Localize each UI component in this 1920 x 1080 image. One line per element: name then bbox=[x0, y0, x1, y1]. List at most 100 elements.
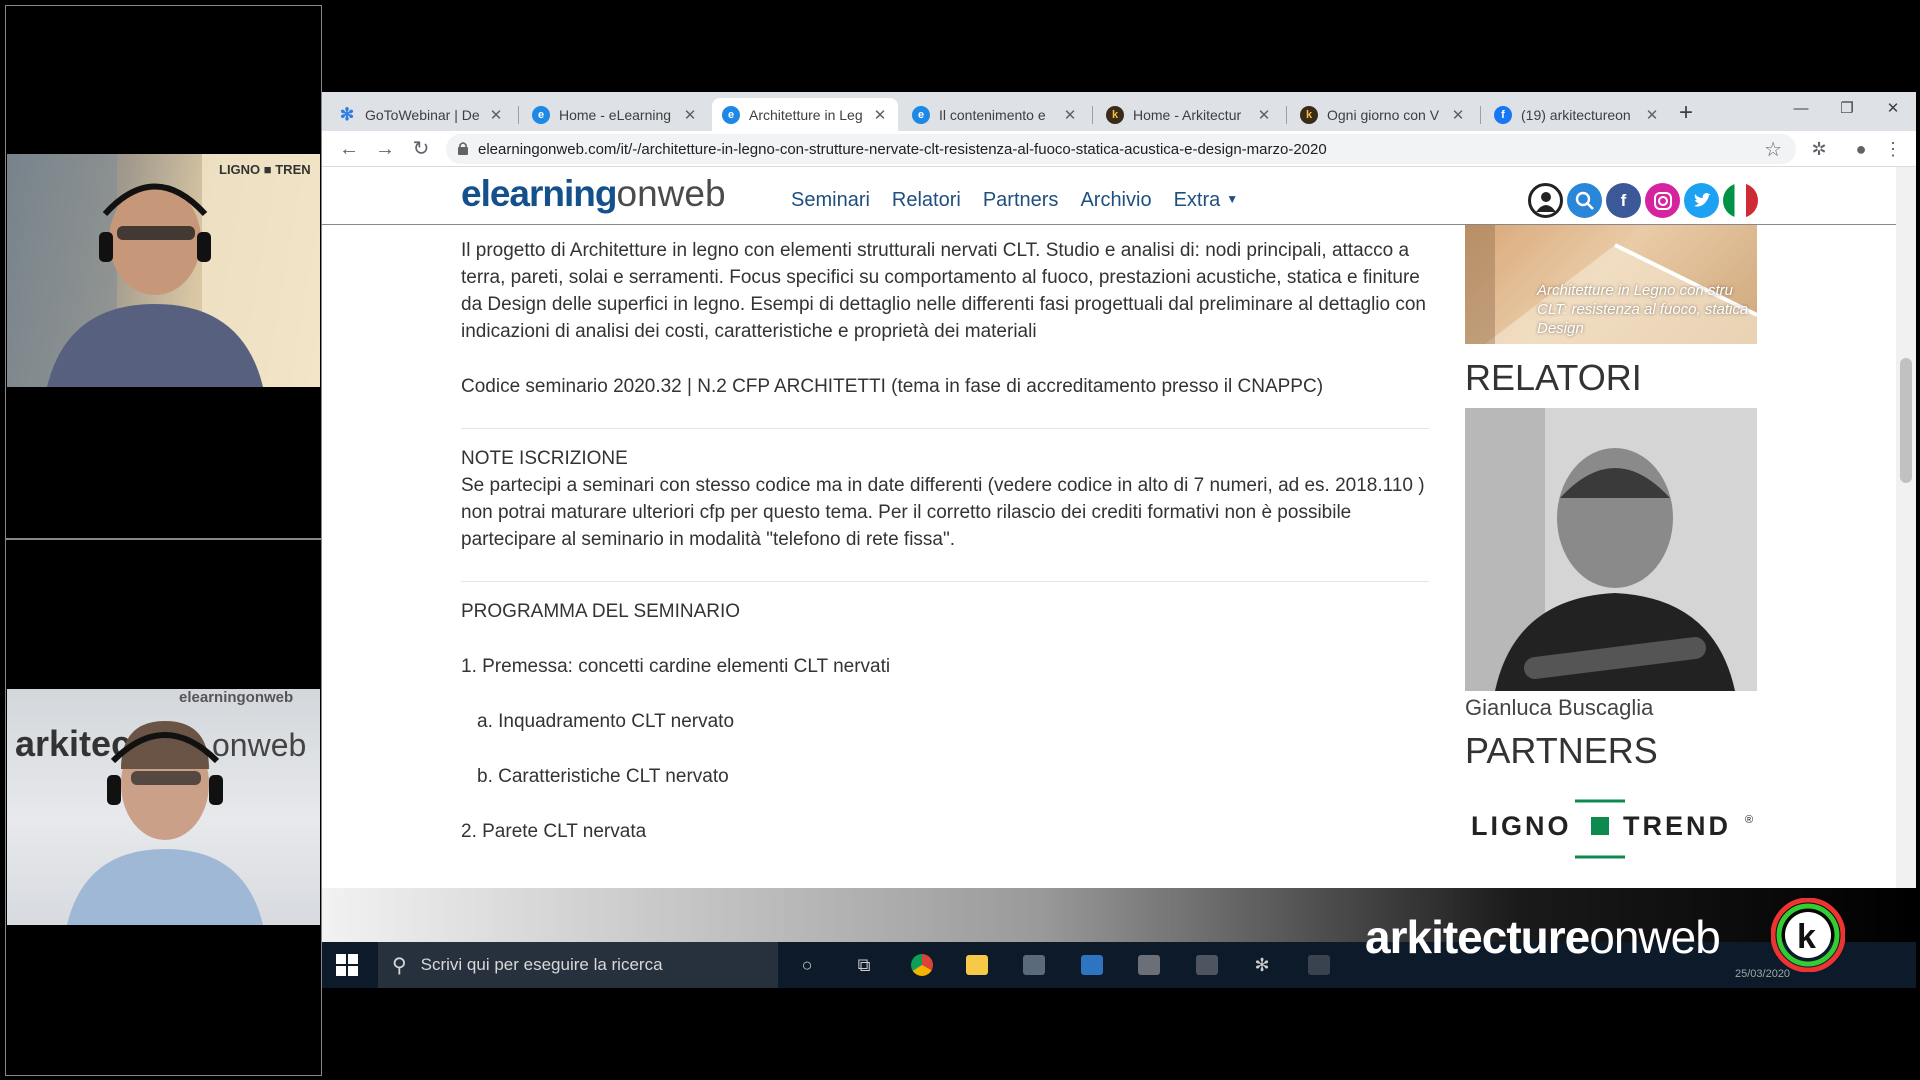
tab-home-arkitecture[interactable]: k Home - Arkitectur ✕ bbox=[1096, 98, 1282, 131]
cortana-icon[interactable]: ○ bbox=[792, 950, 822, 980]
program-subitem: b. Caratteristiche CLT nervato bbox=[477, 766, 729, 787]
tab-ogni-giorno[interactable]: k Ogni giorno con V ✕ bbox=[1290, 98, 1476, 131]
tab-close-button[interactable]: ✕ bbox=[872, 106, 888, 124]
arkitectureonweb-logo: arkitectureonweb bbox=[1365, 910, 1721, 964]
restore-icon[interactable]: ❐ bbox=[1824, 96, 1870, 122]
windows-start-icon[interactable] bbox=[336, 954, 358, 976]
divider bbox=[461, 581, 1429, 582]
mail-icon[interactable] bbox=[1077, 950, 1107, 980]
host-video-frame: elearningonweb arkitec onweb bbox=[15, 689, 306, 925]
new-tab-button[interactable]: + bbox=[1672, 100, 1700, 128]
app-icon[interactable] bbox=[1134, 950, 1164, 980]
intro-paragraph: Il progetto di Architetture in legno con… bbox=[461, 240, 1427, 342]
browser-toolbar: ← → ↻ elearningonweb.com/it/-/architettu… bbox=[322, 131, 1916, 167]
scrollbar-thumb[interactable] bbox=[1900, 358, 1912, 483]
tab-architetture-active[interactable]: e Architetture in Leg ✕ bbox=[712, 98, 898, 131]
nav-extra[interactable]: Extra ▼ bbox=[1174, 189, 1239, 212]
banner-caption: Architetture in Legno con stru CLT: resi… bbox=[1537, 282, 1749, 337]
partners-heading: PARTNERS bbox=[1465, 730, 1658, 771]
user-icon[interactable] bbox=[1528, 183, 1563, 218]
nav-partners[interactable]: Partners bbox=[983, 189, 1059, 212]
web-page: elearningonweb Seminari Relatori Partner… bbox=[322, 167, 1916, 888]
tab-separator bbox=[518, 106, 519, 124]
tab-contenimento[interactable]: e Il contenimento e ✕ bbox=[902, 98, 1088, 131]
program-subitem: a. Inquadramento CLT nervato bbox=[477, 711, 735, 732]
webcam-panel-bottom: elearningonweb arkitec onweb bbox=[5, 539, 322, 1076]
speaker-photo[interactable] bbox=[1465, 408, 1757, 691]
app-icon[interactable] bbox=[1304, 950, 1334, 980]
sidebar: Architetture in Legno con stru CLT: resi… bbox=[1465, 225, 1757, 859]
taskbar-search[interactable]: ⚲ Scrivi qui per eseguire la ricerca bbox=[378, 942, 778, 988]
file-explorer-icon[interactable] bbox=[962, 950, 992, 980]
tab-close-button[interactable]: ✕ bbox=[1062, 106, 1078, 124]
tab-title: Il contenimento e bbox=[939, 106, 1046, 123]
social-icons: f bbox=[1528, 183, 1758, 218]
close-window-icon[interactable]: ✕ bbox=[1870, 96, 1916, 122]
tab-strip: ✻ GoToWebinar | De ✕ e Home - eLearning … bbox=[322, 92, 1916, 131]
profile-icon[interactable]: ● bbox=[1848, 136, 1874, 162]
ligno-trend-logo[interactable]: LIGNO TREND ® bbox=[1465, 799, 1757, 859]
extensions-icon[interactable]: ✲ bbox=[1806, 136, 1832, 162]
minimize-icon[interactable]: — bbox=[1778, 96, 1824, 122]
tab-close-button[interactable]: ✕ bbox=[1644, 106, 1660, 124]
instagram-icon[interactable] bbox=[1645, 183, 1680, 218]
webcam-banner-text: LIGNO ■ TREN bbox=[219, 162, 311, 177]
taskbar-search-placeholder: Scrivi qui per eseguire la ricerca bbox=[420, 955, 663, 974]
address-bar[interactable]: elearningonweb.com/it/-/architetture-in-… bbox=[446, 134, 1796, 164]
user-glyph bbox=[1535, 191, 1556, 212]
program-item: 1. Premessa: concetti cardine elementi C… bbox=[461, 656, 891, 677]
presenter-video-frame: LIGNO ■ TREN bbox=[7, 154, 320, 387]
k-icon: k bbox=[1106, 105, 1124, 124]
brand-logo-arkitecture: arkitecture bbox=[1365, 911, 1590, 963]
site-nav: Seminari Relatori Partners Archivio Extr… bbox=[791, 189, 1238, 212]
partner-logo-trend: TREND bbox=[1623, 811, 1731, 841]
nav-archivio[interactable]: Archivio bbox=[1080, 189, 1151, 212]
snowflake-icon: ✻ bbox=[339, 104, 355, 124]
tab-title: Home - eLearning bbox=[559, 106, 672, 123]
facebook-icon[interactable]: f bbox=[1606, 183, 1641, 218]
lock-icon bbox=[458, 142, 468, 155]
webcam-banner-onweb: onweb bbox=[212, 727, 306, 763]
tab-gotowebinar[interactable]: ✻ GoToWebinar | De ✕ bbox=[328, 98, 514, 131]
brand-logo-onweb: onweb bbox=[1589, 911, 1721, 963]
tab-close-button[interactable]: ✕ bbox=[488, 106, 504, 124]
twitter-icon[interactable] bbox=[1684, 183, 1719, 218]
nav-seminari[interactable]: Seminari bbox=[791, 189, 870, 212]
e-icon: e bbox=[912, 105, 930, 124]
nav-relatori[interactable]: Relatori bbox=[892, 189, 961, 212]
url-text: elearningonweb.com/it/-/architetture-in-… bbox=[478, 141, 1327, 158]
gotowebinar-icon[interactable]: ✻ bbox=[1247, 950, 1277, 980]
tab-close-button[interactable]: ✕ bbox=[1256, 106, 1272, 124]
tab-title: Home - Arkitectur bbox=[1133, 106, 1242, 123]
menu-kebab-icon[interactable]: ⋮ bbox=[1880, 136, 1906, 162]
elearningonweb-logo[interactable]: elearningonweb bbox=[461, 173, 726, 215]
search-icon[interactable] bbox=[1567, 183, 1602, 218]
tab-facebook[interactable]: f (19) arkitectureon ✕ bbox=[1484, 98, 1670, 131]
bird-glyph bbox=[1693, 192, 1711, 207]
page-scrollbar[interactable] bbox=[1896, 167, 1916, 888]
back-arrow-icon[interactable]: ← bbox=[336, 136, 362, 162]
reload-icon[interactable]: ↻ bbox=[408, 136, 434, 162]
tab-close-button[interactable]: ✕ bbox=[1450, 106, 1466, 124]
tab-close-button[interactable]: ✕ bbox=[682, 106, 698, 124]
forward-arrow-icon[interactable]: → bbox=[372, 136, 398, 162]
codice-seminario: Codice seminario 2020.32 | N.2 CFP ARCHI… bbox=[461, 376, 1324, 397]
program-item: 2. Parete CLT nervata bbox=[461, 821, 647, 842]
app-icon[interactable] bbox=[1192, 950, 1222, 980]
seminar-banner-image[interactable]: Architetture in Legno con stru CLT: resi… bbox=[1465, 225, 1757, 344]
magnifier-glyph bbox=[1575, 191, 1594, 210]
task-view-icon[interactable]: ⧉ bbox=[849, 950, 879, 980]
logo-part-onweb: onweb bbox=[616, 173, 726, 214]
tab-separator bbox=[1480, 106, 1481, 124]
instagram-glyph bbox=[1653, 191, 1672, 210]
registered-mark: ® bbox=[1745, 814, 1753, 826]
speaker-name[interactable]: Gianluca Buscaglia bbox=[1465, 695, 1757, 721]
e-icon: e bbox=[722, 105, 740, 124]
star-icon[interactable]: ☆ bbox=[1764, 137, 1782, 162]
italy-flag-icon[interactable] bbox=[1723, 183, 1758, 218]
site-header: elearningonweb Seminari Relatori Partner… bbox=[322, 167, 1896, 225]
store-icon[interactable] bbox=[1019, 950, 1049, 980]
e-icon: e bbox=[532, 105, 550, 124]
tab-home-elearning[interactable]: e Home - eLearning ✕ bbox=[522, 98, 708, 131]
chrome-icon[interactable] bbox=[907, 950, 937, 980]
